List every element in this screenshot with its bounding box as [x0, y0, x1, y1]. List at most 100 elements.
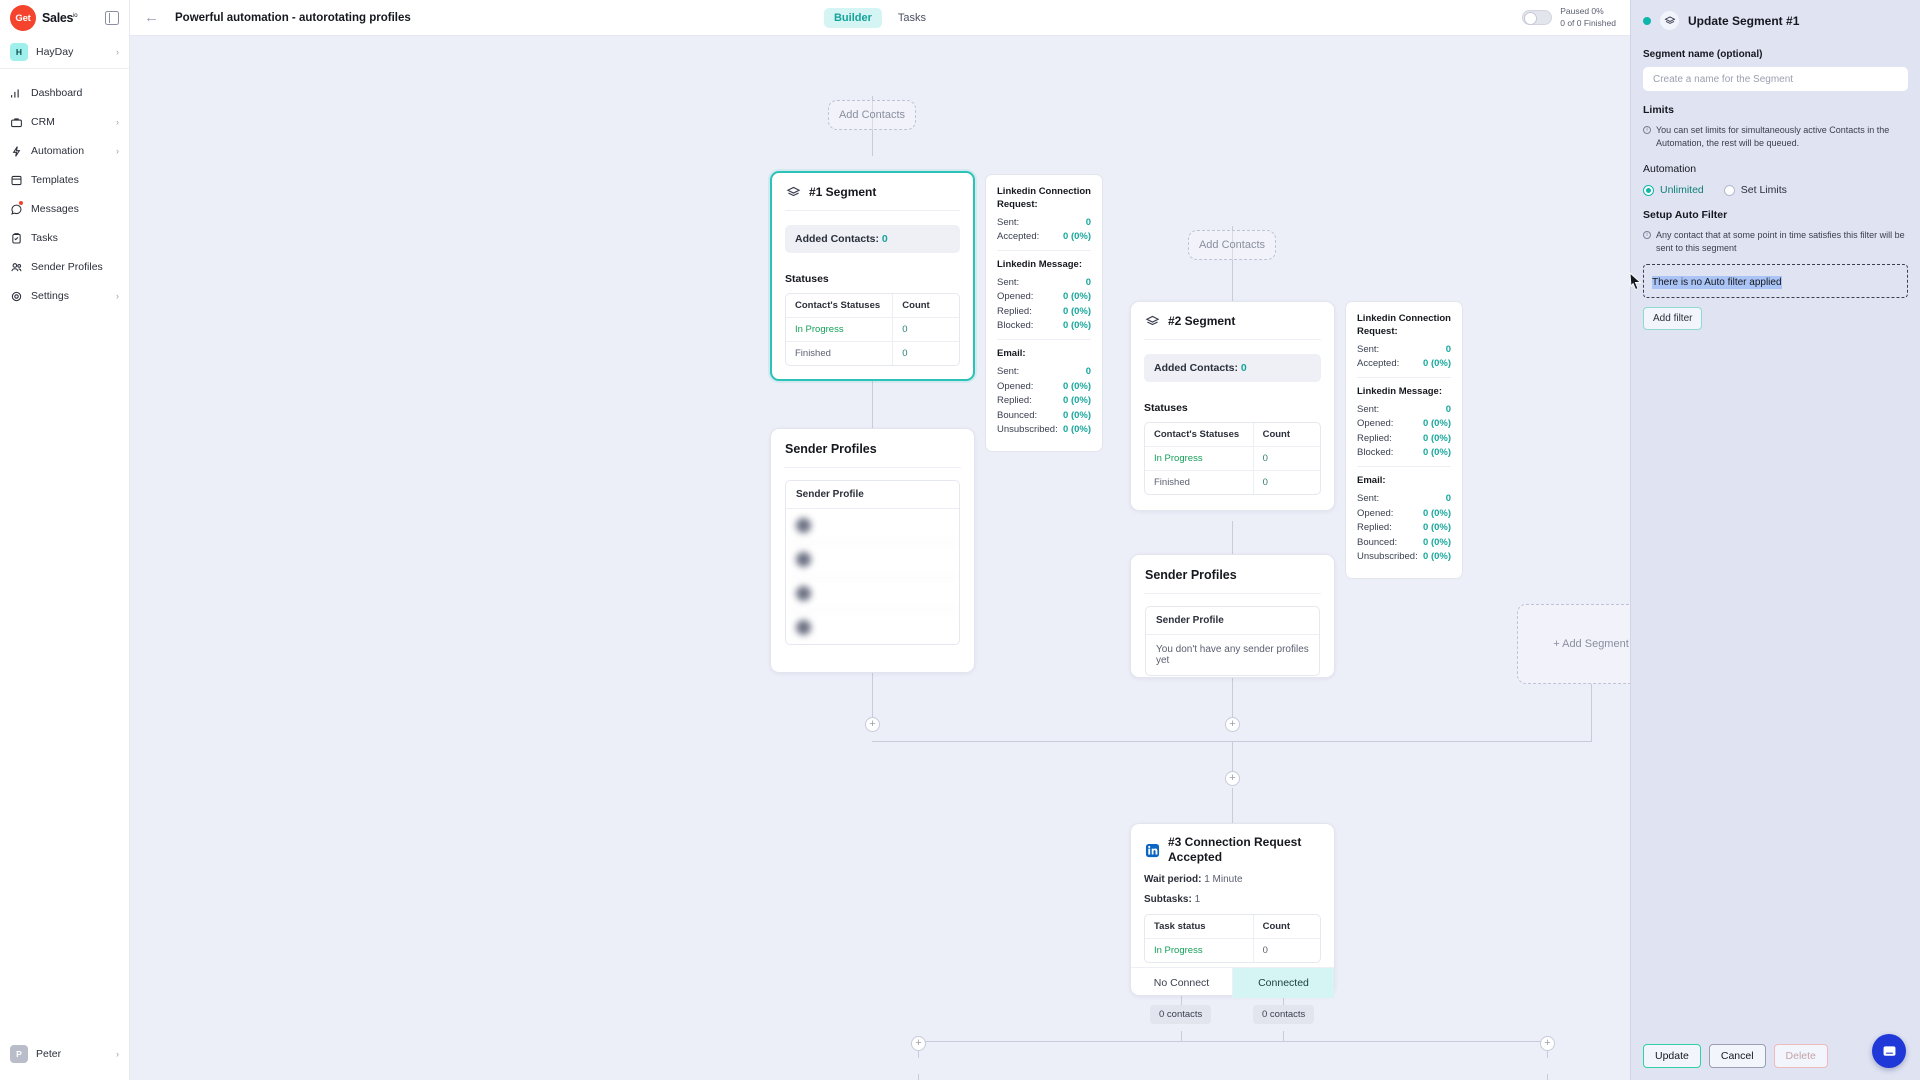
support-chat-button[interactable]	[1872, 1034, 1906, 1068]
sidebar-label: Settings	[31, 290, 69, 302]
view-tabs: Builder Tasks	[823, 7, 936, 28]
info-icon: i	[1643, 126, 1651, 134]
stat-value: 0 (0%)	[1063, 320, 1091, 332]
topbar: ← Powerful automation - autorotating pro…	[130, 0, 1630, 36]
add-step-button[interactable]: +	[865, 717, 880, 732]
stat-value: 0 (0%)	[1063, 409, 1091, 421]
add-segment-node[interactable]: + Add Segment	[1517, 604, 1630, 684]
card-header: #1 Segment	[772, 173, 973, 210]
stats-row: Sent: 0	[997, 366, 1091, 377]
add-step-button[interactable]: +	[1225, 717, 1240, 732]
run-state: Paused 0% 0 of 0 Finished	[1522, 6, 1616, 29]
segment-icon	[1144, 313, 1160, 329]
sidebar-label: Messages	[31, 203, 79, 215]
add-step-button[interactable]: +	[911, 1036, 926, 1051]
edge	[1232, 676, 1234, 721]
segment-node-1[interactable]: #1 Segment Added Contacts: 0 Statuses Co…	[770, 171, 975, 381]
divider	[997, 339, 1091, 341]
plus-icon: +	[915, 1037, 922, 1049]
add-filter-button[interactable]: Add filter	[1643, 307, 1703, 331]
status-cell: Finished	[1145, 471, 1254, 494]
pause-toggle[interactable]	[1522, 10, 1553, 25]
stat-value: 0 (0%)	[1063, 291, 1091, 303]
added-contacts-row: Added Contacts: 0	[1144, 354, 1321, 382]
plus-icon: +	[1544, 1037, 1551, 1049]
stat-key: Replied:	[1357, 522, 1392, 534]
sidebar-item-tasks[interactable]: Tasks	[0, 226, 129, 250]
stat-key: Opened:	[1357, 418, 1394, 430]
auto-filter-title: Setup Auto Filter	[1643, 209, 1728, 222]
stat-value: 0 (0%)	[1423, 432, 1451, 444]
sidebar-item-automation[interactable]: Automation ›	[0, 139, 129, 163]
automation-canvas[interactable]: Add Contacts Add Contacts + Add Segment …	[130, 36, 1630, 1080]
workspace-switcher[interactable]: H HayDay ›	[0, 36, 129, 69]
plus-icon: +	[1229, 718, 1236, 730]
logo-name: Sales	[42, 11, 74, 25]
sidebar-item-crm[interactable]: CRM ›	[0, 110, 129, 134]
auto-filter-state: There is no Auto filter applied	[1652, 276, 1782, 290]
add-contacts-node-1[interactable]: Add Contacts	[828, 100, 916, 130]
auto-filter-dropzone[interactable]: There is no Auto filter applied	[1643, 264, 1908, 299]
count-cell: 0	[902, 324, 908, 335]
sender-profiles-title: Sender Profiles	[785, 442, 877, 456]
branch-tab-connected[interactable]: Connected	[1233, 968, 1334, 998]
stats-row: Sent: 0	[997, 277, 1091, 288]
stats-row: Blocked: 0 (0%)	[1357, 447, 1451, 458]
table-row: Finished 0	[1145, 471, 1320, 494]
sidebar-label: Templates	[31, 174, 79, 186]
add-contacts-label: Add Contacts	[1198, 239, 1266, 251]
connection-request-node[interactable]: #3 Connection Request Accepted Wait peri…	[1130, 823, 1335, 998]
stats-group-title: Linkedin Connection Request:	[1357, 313, 1451, 337]
card-header: #3 Connection Request Accepted	[1131, 824, 1334, 874]
stat-key: Sent:	[997, 216, 1020, 228]
cancel-button[interactable]: Cancel	[1708, 1044, 1766, 1068]
radio-set-limits[interactable]: Set Limits	[1723, 184, 1787, 196]
table-row: Finished 0	[786, 342, 959, 365]
brand-row: Get Salesio	[0, 0, 129, 36]
segment-name-input[interactable]	[1643, 67, 1908, 91]
back-arrow-icon[interactable]: ←	[144, 10, 159, 25]
user-menu[interactable]: P Peter ›	[0, 1034, 129, 1074]
sidebar-collapse-icon[interactable]	[105, 11, 119, 25]
list-item	[786, 577, 959, 611]
branch-tab-no-connect[interactable]: No Connect	[1131, 968, 1233, 998]
status-cell: In Progress	[1145, 939, 1254, 962]
divider	[1144, 593, 1321, 594]
stat-key: Sent:	[997, 276, 1020, 288]
sidebar-item-templates[interactable]: Templates	[0, 168, 129, 192]
add-step-button[interactable]: +	[1540, 1036, 1555, 1051]
stat-key: Opened:	[997, 380, 1034, 392]
automation-label: Automation	[1643, 163, 1697, 176]
tab-tasks[interactable]: Tasks	[888, 8, 936, 28]
sender-profiles-card-1[interactable]: Sender Profiles Sender Profile	[770, 428, 975, 673]
stat-value: 0 (0%)	[1423, 522, 1451, 534]
radio-unlimited[interactable]: Unlimited	[1643, 184, 1704, 196]
segment-node-2[interactable]: #2 Segment Added Contacts: 0 Statuses Co…	[1130, 301, 1335, 511]
status-dot-icon	[1643, 16, 1651, 25]
sidebar-item-messages[interactable]: Messages	[0, 197, 129, 221]
divider	[1357, 466, 1451, 468]
added-contacts-label: Added Contacts:	[795, 233, 879, 245]
add-step-button[interactable]: +	[1225, 771, 1240, 786]
sidebar-label: Dashboard	[31, 87, 83, 99]
stats-row: Bounced: 0 (0%)	[997, 410, 1091, 421]
count-cell: 0	[1262, 453, 1268, 464]
stat-value: 0	[1085, 276, 1091, 288]
notification-dot	[19, 201, 23, 205]
stats-row: Blocked: 0 (0%)	[997, 320, 1091, 331]
tab-builder[interactable]: Builder	[823, 7, 882, 28]
auto-filter-hint-text: Any contact that at some point in time s…	[1656, 230, 1905, 254]
stats-row: Sent: 0	[1357, 404, 1451, 415]
lightning-icon	[10, 145, 23, 158]
stat-value: 0 (0%)	[1063, 305, 1091, 317]
add-contacts-node-2[interactable]: Add Contacts	[1188, 230, 1276, 260]
sidebar-item-sender-profiles[interactable]: Sender Profiles	[0, 255, 129, 279]
status-cell: In Progress	[786, 318, 894, 341]
sidebar-item-dashboard[interactable]: Dashboard	[0, 81, 129, 105]
added-contacts-value: 0	[1240, 362, 1247, 374]
sender-profiles-card-2[interactable]: Sender Profiles Sender Profile You don't…	[1130, 554, 1335, 678]
limits-title: Limits	[1643, 104, 1674, 116]
column-header: Contact's Statuses	[1145, 423, 1254, 446]
sidebar-item-settings[interactable]: Settings ›	[0, 284, 129, 308]
update-button[interactable]: Update	[1643, 1044, 1701, 1068]
